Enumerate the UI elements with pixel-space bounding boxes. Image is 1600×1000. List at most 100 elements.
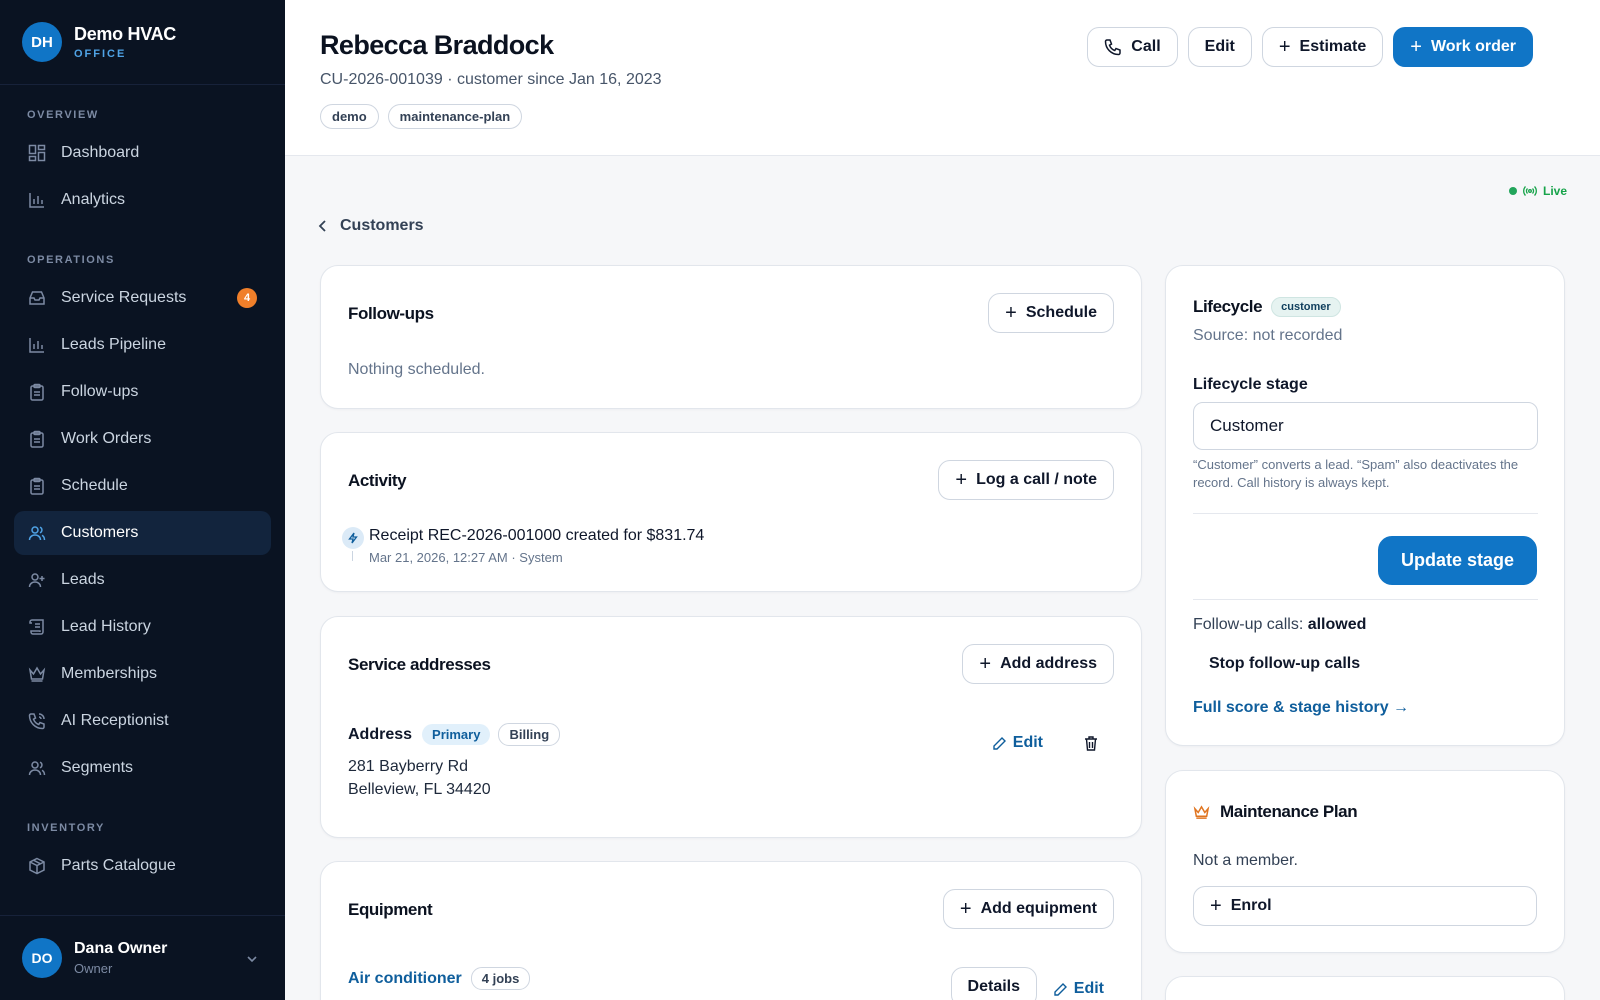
sidebar-item-leads[interactable]: Leads <box>14 558 271 602</box>
sidebar-item-leads-pipeline[interactable]: Leads Pipeline <box>14 323 271 367</box>
pencil-icon <box>992 736 1007 751</box>
user-menu[interactable]: DO Dana Owner Owner <box>0 915 285 1000</box>
trash-icon[interactable] <box>1083 735 1099 752</box>
sidebar-item-label: Segments <box>61 759 134 776</box>
live-indicator: Live <box>1508 184 1567 198</box>
activity-meta: Mar 21, 2026, 12:27 AM · System <box>369 550 563 565</box>
pencil-icon <box>1053 982 1068 997</box>
sidebar-item-follow-ups[interactable]: Follow-ups <box>14 370 271 414</box>
equipment-details-button[interactable]: Details <box>950 967 1037 1000</box>
plus-icon: + <box>1410 36 1422 58</box>
sidebar-item-label: Service Requests <box>61 289 187 306</box>
estimate-button[interactable]: + Estimate <box>1261 27 1384 67</box>
bar-chart-icon <box>27 335 47 355</box>
box-icon <box>27 856 47 876</box>
edit-customer-button[interactable]: Edit <box>1187 27 1252 67</box>
sidebar-item-label: Memberships <box>61 665 158 682</box>
back-to-customers-link[interactable]: Customers <box>318 217 424 235</box>
sidebar-item-lead-history[interactable]: Lead History <box>14 605 271 649</box>
plus-icon: + <box>979 653 992 675</box>
users-icon <box>27 523 47 543</box>
brand-subtitle: OFFICE <box>74 48 127 60</box>
edit-address-button[interactable]: Edit <box>992 734 1043 752</box>
jobs-badge: 4 jobs <box>470 967 531 990</box>
call-button[interactable]: Call <box>1087 27 1178 67</box>
divider <box>1193 599 1538 600</box>
timeline-line <box>352 551 353 561</box>
work-order-button[interactable]: + Work order <box>1393 27 1533 67</box>
equipment-link[interactable]: Air conditioner <box>348 970 462 988</box>
live-dot <box>1508 187 1517 195</box>
sidebar-item-work-orders[interactable]: Work Orders <box>14 417 271 461</box>
followup-prefix: Follow-up calls: <box>1193 616 1308 633</box>
call-label: Call <box>1131 38 1161 55</box>
phone-icon <box>1104 38 1122 56</box>
lifecycle-stage-label: Lifecycle stage <box>1193 376 1308 393</box>
lifecycle-stage-select[interactable]: Customer <box>1193 402 1538 450</box>
tag[interactable]: demo <box>320 104 379 129</box>
tag[interactable]: maintenance-plan <box>387 104 523 129</box>
sidebar-item-label: Leads Pipeline <box>61 336 166 353</box>
empty-state: Nothing scheduled. <box>348 361 485 378</box>
service-addresses-card: Service addresses + Add address Address … <box>320 616 1142 838</box>
sidebar-item-label: Work Orders <box>61 430 152 447</box>
sidebar-item-schedule[interactable]: Schedule <box>14 464 271 508</box>
sidebar-item-label: Customers <box>61 524 139 541</box>
card-title: Activity <box>348 471 407 490</box>
sidebar-item-label: Dashboard <box>61 144 140 161</box>
add-address-button[interactable]: + Add address <box>962 644 1114 684</box>
log-call-note-button[interactable]: + Log a call / note <box>938 460 1114 500</box>
maintenance-plan-card: Maintenance Plan Not a member. + Enrol <box>1165 770 1565 953</box>
sidebar-item-service-requests[interactable]: Service Requests 4 <box>14 276 271 320</box>
enrol-label: Enrol <box>1230 897 1272 914</box>
section-label-overview: OVERVIEW <box>27 109 99 121</box>
brand[interactable]: DH Demo HVAC OFFICE <box>0 0 285 85</box>
sidebar-item-label: Parts Catalogue <box>61 857 176 874</box>
user-plus-icon <box>27 570 47 590</box>
sidebar-item-label: Follow-ups <box>61 383 139 400</box>
add-equipment-label: Add equipment <box>980 900 1097 917</box>
score-history-link[interactable]: Full score & stage history → <box>1193 699 1409 717</box>
live-label: Live <box>1542 184 1567 198</box>
address-label: Address <box>348 725 413 743</box>
clipboard-icon <box>27 429 47 449</box>
divider <box>1193 513 1538 514</box>
card-title: Lifecycle <box>1193 297 1263 316</box>
edit-label: Edit <box>1012 734 1043 751</box>
activity-card: Activity + Log a call / note Receipt REC… <box>320 432 1142 592</box>
sidebar-item-analytics[interactable]: Analytics <box>14 178 271 222</box>
brand-name: Demo HVAC <box>74 24 176 44</box>
log-call-label: Log a call / note <box>976 471 1097 488</box>
followup-value: allowed <box>1307 616 1367 633</box>
card-title: Service addresses <box>348 655 491 674</box>
schedule-label: Schedule <box>1025 304 1097 321</box>
chevron-down-icon[interactable] <box>245 952 259 971</box>
update-stage-button[interactable]: Update stage <box>1377 536 1537 585</box>
users-icon <box>27 758 47 778</box>
sidebar-item-dashboard[interactable]: Dashboard <box>14 131 271 175</box>
bar-chart-icon <box>27 190 47 210</box>
user-name: Dana Owner <box>74 940 168 957</box>
edit-equipment-button[interactable]: Edit <box>1053 980 1104 998</box>
add-equipment-button[interactable]: + Add equipment <box>942 889 1114 929</box>
stop-follow-up-calls-button[interactable]: Stop follow-up calls <box>1209 655 1360 673</box>
sidebar-item-label: Schedule <box>61 477 128 494</box>
address-line-1: 281 Bayberry Rd <box>348 758 469 775</box>
header-actions: Call Edit + Estimate + Work order <box>1087 27 1533 67</box>
sidebar-item-ai-receptionist[interactable]: AI Receptionist <box>14 699 271 743</box>
sidebar-item-customers[interactable]: Customers <box>14 511 271 555</box>
sidebar-item-label: AI Receptionist <box>61 712 169 729</box>
next-card <box>1165 976 1565 1000</box>
phone-icon <box>27 711 47 731</box>
enrol-button[interactable]: + Enrol <box>1193 886 1537 926</box>
schedule-button[interactable]: + Schedule <box>988 293 1114 333</box>
sidebar-item-parts-catalogue[interactable]: Parts Catalogue <box>14 844 271 888</box>
tag-list: demo maintenance-plan <box>320 104 523 129</box>
plus-icon: + <box>955 469 968 491</box>
equipment-card: Equipment + Add equipment Air conditione… <box>320 861 1142 1000</box>
sidebar-item-segments[interactable]: Segments <box>14 746 271 790</box>
section-label-operations: OPERATIONS <box>27 254 115 266</box>
sidebar-item-memberships[interactable]: Memberships <box>14 652 271 696</box>
clipboard-icon <box>27 476 47 496</box>
user-role: Owner <box>74 961 113 976</box>
